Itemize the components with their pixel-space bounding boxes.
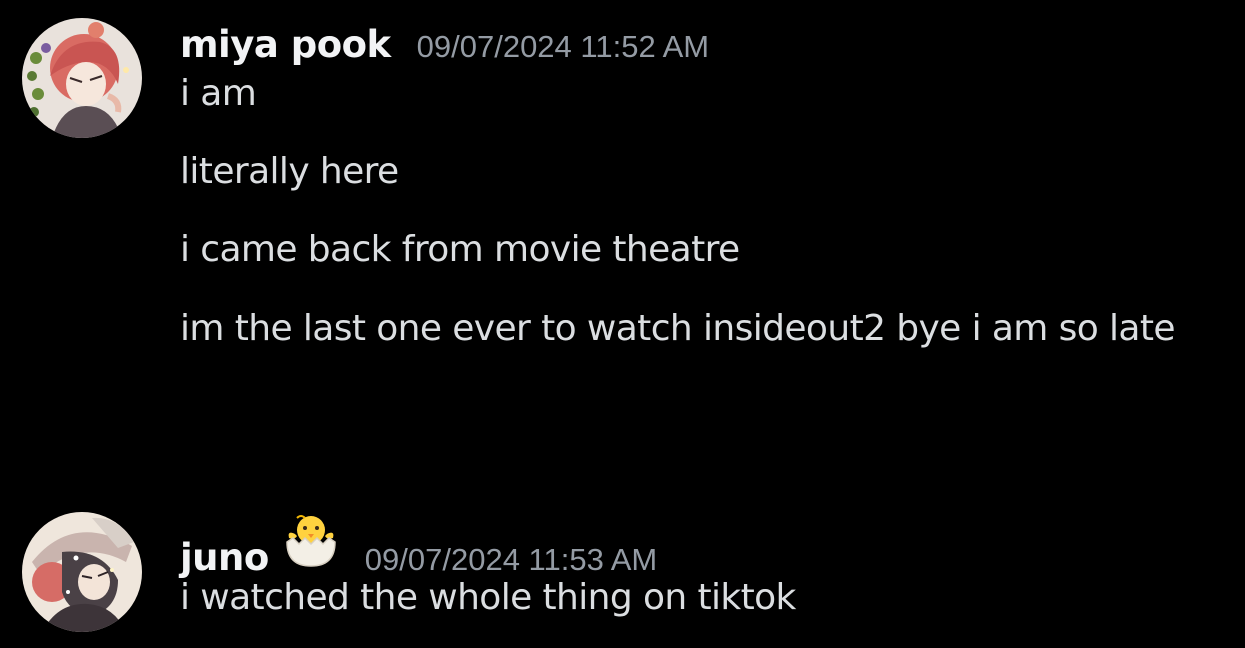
timestamp[interactable]: 09/07/2024 11:52 AM <box>417 16 709 78</box>
avatar-image <box>22 512 142 632</box>
message-text: i came back from movie theatre <box>180 229 740 270</box>
message-text: literally here <box>180 151 399 192</box>
avatar-image <box>22 18 142 138</box>
message-content: miya pook 09/07/2024 11:52 AM i am liter… <box>180 14 1235 360</box>
avatar[interactable] <box>22 512 142 632</box>
message-text: i watched the whole thing on tiktok <box>180 577 796 618</box>
avatar[interactable] <box>22 18 142 138</box>
hatching-chick-icon <box>281 508 339 570</box>
message-header: juno 09/07/2024 11:53 AM <box>180 508 1235 579</box>
message-text: im the last one ever to watch insideout2… <box>180 308 1176 349</box>
message-content: juno 09/07/2024 11:53 AM i watched the w… <box>180 508 1235 628</box>
